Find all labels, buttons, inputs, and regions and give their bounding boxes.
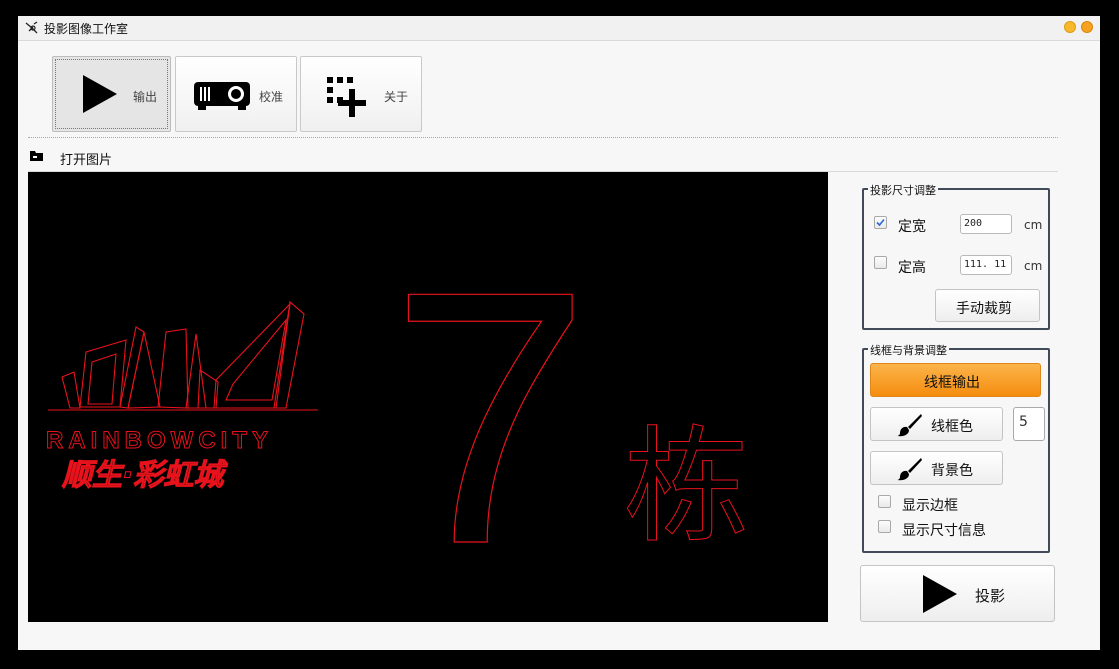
open-image-label: 打开图片 xyxy=(60,153,113,168)
wireframe-preview: RAINBOWCITY 顺生·彩虹城 7 栋 xyxy=(46,216,750,619)
building-number: 7 xyxy=(390,217,590,619)
show-size-info-label: 显示尺寸信息 xyxy=(902,523,986,539)
title-bar: 投影图像工作室 xyxy=(18,16,1100,41)
width-input[interactable]: 200 xyxy=(960,214,1012,234)
fixed-height-label: 定高 xyxy=(898,260,926,276)
brush-icon xyxy=(897,458,922,481)
line-color-label: 线框色 xyxy=(931,419,973,435)
folder-icon xyxy=(30,151,43,161)
maximize-button[interactable] xyxy=(1081,21,1093,33)
project-label: 投影 xyxy=(975,587,1006,605)
height-input[interactable]: 111. 11 xyxy=(960,255,1012,275)
projection-size-group: 投影尺寸调整 定宽 200 cm 定高 111. 11 cm 手动裁剪 xyxy=(862,182,1050,330)
minimize-button[interactable] xyxy=(1064,21,1076,33)
show-size-info-checkbox[interactable] xyxy=(878,520,891,533)
toolbar-divider xyxy=(28,137,1058,138)
add-grid-icon xyxy=(327,77,366,117)
frame-background-group: 线框与背景调整 线框输出 线框色 5 背景色 显示边框 显示尺寸信息 xyxy=(862,342,1050,553)
manual-crop-button[interactable]: 手动裁剪 xyxy=(935,289,1040,322)
projector-icon xyxy=(194,82,250,110)
background-color-button[interactable]: 背景色 xyxy=(870,451,1003,485)
fixed-width-label: 定宽 xyxy=(898,219,926,235)
fixed-width-checkbox[interactable] xyxy=(874,216,887,229)
preview-canvas[interactable]: RAINBOWCITY 顺生·彩虹城 7 栋 xyxy=(28,172,828,622)
line-width-spinbox[interactable]: 5 xyxy=(1013,407,1045,441)
output-label: 输出 xyxy=(133,90,158,104)
calibrate-button[interactable]: 校准 xyxy=(175,56,297,132)
brush-icon xyxy=(897,414,922,437)
logo-english-text: RAINBOWCITY xyxy=(46,427,273,454)
line-color-button[interactable]: 线框色 xyxy=(870,407,1003,441)
rainbowcity-logo xyxy=(48,300,318,411)
output-button[interactable]: 输出 xyxy=(52,56,171,132)
play-icon xyxy=(923,575,957,613)
calibrate-label: 校准 xyxy=(259,90,284,104)
play-icon xyxy=(83,75,117,113)
wireframe-output-label: 线框输出 xyxy=(924,375,980,391)
fixed-height-checkbox[interactable] xyxy=(874,256,887,269)
manual-crop-label: 手动裁剪 xyxy=(956,301,1012,317)
wireframe-output-button[interactable]: 线框输出 xyxy=(870,363,1041,397)
show-border-label: 显示边框 xyxy=(902,498,958,514)
project-button[interactable]: 投影 xyxy=(860,565,1055,622)
height-unit: cm xyxy=(1024,259,1043,273)
frame-background-title: 线框与背景调整 xyxy=(868,342,949,358)
check-icon xyxy=(876,218,885,227)
show-border-checkbox[interactable] xyxy=(878,495,891,508)
logo-chinese-text: 顺生·彩虹城 xyxy=(61,458,228,493)
background-color-label: 背景色 xyxy=(931,463,973,479)
app-window: 投影图像工作室 输出 校准 关于 打开图片 RAINBOWCITY 顺生·彩虹城… xyxy=(18,16,1100,650)
app-icon xyxy=(25,21,38,34)
width-unit: cm xyxy=(1024,218,1043,232)
projection-size-title: 投影尺寸调整 xyxy=(868,182,938,198)
building-unit-text: 栋 xyxy=(624,415,749,560)
about-button[interactable]: 关于 xyxy=(300,56,422,132)
window-title: 投影图像工作室 xyxy=(44,22,129,36)
about-label: 关于 xyxy=(384,90,409,104)
